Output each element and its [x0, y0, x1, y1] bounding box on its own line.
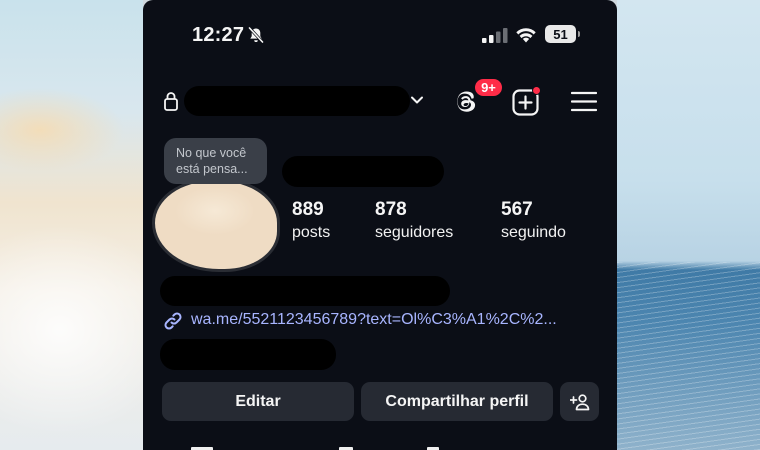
stat-value: 567 — [501, 199, 533, 220]
add-user-icon — [569, 393, 589, 410]
display-name-redacted — [282, 156, 444, 187]
desktop-wallpaper-left — [0, 0, 143, 450]
battery-level: 51 — [553, 26, 568, 42]
stat-label: seguidores — [375, 224, 454, 241]
status-time: 12:27 — [192, 24, 245, 46]
note-text-line1: No que você — [176, 146, 247, 160]
stat-value: 878 — [375, 199, 407, 220]
cellular-signal-icon — [482, 28, 508, 43]
chevron-down-icon[interactable] — [410, 95, 424, 105]
phone-screen: 12:27 51 9+ No que você está pensa... 88… — [143, 0, 617, 450]
edit-profile-button[interactable]: Editar — [162, 382, 354, 421]
battery-icon: 51 — [545, 25, 580, 43]
share-profile-label: Compartilhar perfil — [385, 392, 529, 410]
profile-tabs — [143, 440, 617, 450]
stat-label: posts — [292, 224, 331, 241]
note-bubble[interactable]: No que você está pensa... — [164, 138, 267, 184]
bio-link[interactable]: wa.me/5521123456789?text=Ol%C3%A1%2C%2..… — [191, 311, 601, 329]
share-profile-button[interactable]: Compartilhar perfil — [361, 382, 553, 421]
wifi-icon — [516, 28, 536, 43]
wallpaper-texture — [617, 262, 760, 450]
stat-label: seguindo — [501, 224, 566, 241]
edit-profile-label: Editar — [235, 392, 281, 410]
avatar[interactable] — [155, 181, 277, 269]
bio-redacted — [160, 339, 336, 370]
menu-icon[interactable] — [571, 91, 597, 112]
username-redacted[interactable] — [184, 86, 410, 116]
stat-posts[interactable]: 889 posts — [292, 199, 330, 242]
create-notification-dot — [532, 86, 541, 95]
note-text-line2: está pensa... — [176, 162, 248, 176]
notification-badge[interactable]: 9+ — [473, 77, 504, 98]
link-icon — [164, 312, 182, 330]
bio-redacted — [160, 276, 450, 306]
discover-people-button[interactable] — [560, 382, 599, 421]
stat-followers[interactable]: 878 seguidores — [375, 199, 453, 242]
bell-slash-icon — [248, 26, 264, 44]
status-bar: 12:27 51 — [143, 0, 617, 70]
lock-icon — [164, 92, 178, 111]
stat-value: 889 — [292, 199, 324, 220]
stat-following[interactable]: 567 seguindo — [501, 199, 566, 242]
